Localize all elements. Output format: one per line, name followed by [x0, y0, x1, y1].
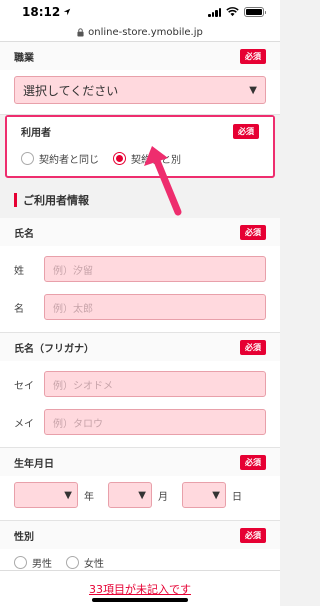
- last-name-label: 姓: [14, 265, 24, 277]
- radio-female[interactable]: [66, 556, 79, 569]
- last-kana-row: セイ 例）シオドメ: [0, 361, 280, 403]
- gender-radio-group: 男性 女性: [0, 549, 280, 570]
- gender-female-label: 女性: [84, 559, 104, 570]
- required-badge: 必須: [240, 224, 266, 240]
- month-unit: 月: [158, 491, 168, 503]
- required-badge: 必須: [240, 454, 266, 470]
- birthday-header: 生年月日 必須: [0, 448, 280, 476]
- gender-option-female[interactable]: 女性: [66, 555, 104, 570]
- first-name-placeholder: 例）太郎: [53, 303, 93, 315]
- user-label: 利用者: [21, 127, 51, 139]
- first-kana-label: メイ: [14, 418, 34, 430]
- occupation-label: 職業: [14, 52, 34, 64]
- missing-items-link[interactable]: 33項目が未記入です: [89, 581, 191, 597]
- gender-section: 性別 必須 男性 女性: [0, 521, 280, 570]
- last-name-input[interactable]: 例）汐留: [44, 256, 266, 282]
- kana-section: 氏名（フリガナ） 必須 セイ 例）シオドメ メイ 例）タロウ: [0, 333, 280, 448]
- birthday-section: 生年月日 必須 ▼ 年 ▼ 月 ▼ 日: [0, 448, 280, 521]
- radio-different[interactable]: [113, 152, 126, 165]
- birth-month-select[interactable]: ▼: [108, 482, 152, 508]
- occupation-select[interactable]: 選択してください ▼: [14, 76, 266, 104]
- user-info-title: ご利用者情報: [23, 194, 89, 207]
- user-option-same-label: 契約者と同じ: [39, 155, 99, 166]
- chevron-down-icon: ▼: [212, 489, 220, 501]
- radio-male[interactable]: [14, 556, 27, 569]
- first-kana-placeholder: 例）タロウ: [53, 418, 103, 430]
- url-bar[interactable]: online-store.ymobile.jp: [0, 24, 280, 42]
- url-text: online-store.ymobile.jp: [88, 27, 203, 38]
- birth-day-select[interactable]: ▼: [182, 482, 226, 508]
- name-section: 氏名 必須 姓 例）汐留 名 例）太郎: [0, 218, 280, 333]
- first-name-row: 名 例）太郎: [0, 288, 280, 332]
- first-name-label: 名: [14, 303, 24, 315]
- home-indicator: [92, 598, 188, 602]
- status-time-group: 18:12: [22, 5, 71, 19]
- day-unit: 日: [232, 491, 242, 503]
- kana-label: 氏名（フリガナ）: [14, 343, 94, 355]
- kana-header: 氏名（フリガナ） 必須: [0, 333, 280, 361]
- user-header: 利用者 必須: [7, 117, 273, 145]
- occupation-select-value: 選択してください: [23, 83, 119, 98]
- required-badge: 必須: [240, 339, 266, 355]
- gender-label: 性別: [14, 531, 34, 543]
- status-bar: 18:12: [0, 0, 280, 24]
- status-icons: [208, 7, 266, 17]
- birthday-row: ▼ 年 ▼ 月 ▼ 日: [0, 476, 280, 520]
- gender-male-label: 男性: [32, 559, 52, 570]
- last-kana-input[interactable]: 例）シオドメ: [44, 371, 266, 397]
- first-kana-input[interactable]: 例）タロウ: [44, 409, 266, 435]
- name-label: 氏名: [14, 228, 34, 240]
- last-name-row: 姓 例）汐留: [0, 246, 280, 288]
- location-arrow-icon: [64, 8, 71, 16]
- year-unit: 年: [84, 491, 94, 503]
- user-option-same[interactable]: 契約者と同じ: [21, 151, 99, 166]
- occupation-section: 職業 必須 選択してください ▼: [0, 42, 280, 115]
- gender-option-male[interactable]: 男性: [14, 555, 52, 570]
- name-header: 氏名 必須: [0, 218, 280, 246]
- annotation-arrow-icon: [144, 146, 182, 216]
- last-kana-label: セイ: [14, 380, 34, 392]
- chevron-down-icon: ▼: [249, 84, 257, 96]
- required-badge: 必須: [240, 527, 266, 543]
- radio-same[interactable]: [21, 152, 34, 165]
- first-kana-row: メイ 例）タロウ: [0, 403, 280, 447]
- last-kana-placeholder: 例）シオドメ: [53, 380, 113, 392]
- birthday-label: 生年月日: [14, 458, 54, 470]
- first-name-input[interactable]: 例）太郎: [44, 294, 266, 320]
- occupation-header: 職業 必須: [0, 42, 280, 70]
- chevron-down-icon: ▼: [138, 489, 146, 501]
- form-content: 職業 必須 選択してください ▼ 利用者 必須 契約者と同じ 契約者と別: [0, 42, 280, 570]
- birth-year-select[interactable]: ▼: [14, 482, 78, 508]
- lock-icon: [77, 28, 84, 37]
- battery-icon: [244, 7, 266, 17]
- last-name-placeholder: 例）汐留: [53, 265, 93, 277]
- wifi-icon: [226, 7, 239, 17]
- cell-signal-icon: [208, 7, 221, 17]
- required-badge: 必須: [240, 48, 266, 64]
- required-badge: 必須: [233, 123, 259, 139]
- group-accent-bar: [14, 193, 17, 207]
- status-time: 18:12: [22, 5, 61, 19]
- gender-header: 性別 必須: [0, 521, 280, 549]
- chevron-down-icon: ▼: [64, 489, 72, 501]
